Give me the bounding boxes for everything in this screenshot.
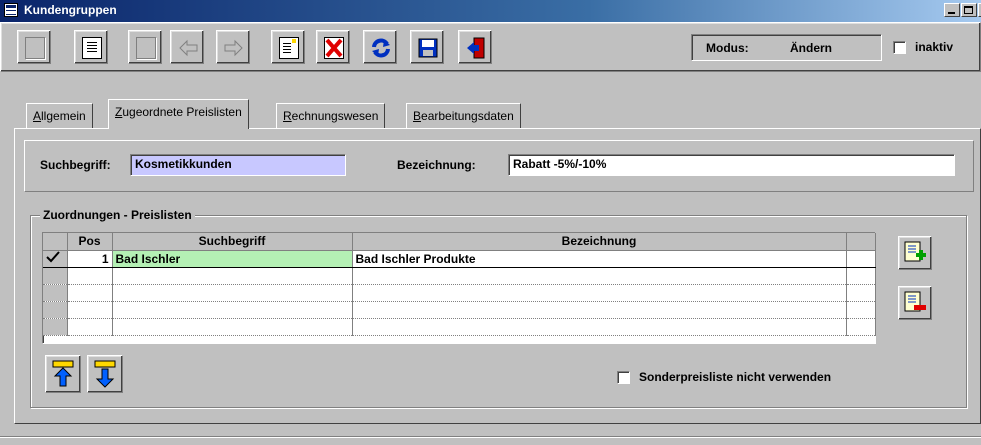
row-selector[interactable] (43, 301, 68, 319)
cell-pos[interactable] (67, 267, 113, 285)
row-selector[interactable] (43, 318, 68, 336)
sonderpreisliste-checkbox[interactable] (617, 371, 630, 384)
suchbegriff-label: Suchbegriff: (40, 158, 111, 172)
row-selector[interactable] (43, 267, 68, 285)
tab-bearbeitungsdaten[interactable]: Bearbeitungsdaten (406, 103, 521, 129)
document-edit-icon (279, 37, 299, 59)
cell-suchbegriff[interactable] (112, 318, 353, 336)
table-row[interactable]: 1 Bad Ischler Bad Ischler Produkte (43, 250, 876, 268)
exit-door-icon (467, 37, 485, 59)
delete-button[interactable] (316, 30, 350, 64)
title-bar: Kundengruppen (0, 0, 981, 22)
cell-extra (846, 318, 876, 336)
cell-extra (846, 301, 876, 319)
bezeichnung-label: Bezeichnung: (397, 158, 476, 172)
tab-zugeordnete-preislisten[interactable]: Zugeordnete Preislisten (108, 99, 249, 129)
window-icon (4, 3, 18, 17)
previous-button[interactable] (170, 30, 204, 64)
maximize-button[interactable] (961, 3, 977, 17)
cell-pos[interactable] (67, 301, 113, 319)
blank-document-icon (25, 37, 45, 59)
column-header-extra (846, 233, 876, 251)
remove-document-icon (904, 291, 926, 312)
sonderpreisliste-label: Sonderpreisliste nicht verwenden (639, 370, 832, 384)
table-row[interactable] (43, 318, 876, 336)
cell-bezeichnung[interactable]: Bad Ischler Produkte (352, 250, 847, 268)
cell-bezeichnung[interactable] (352, 284, 847, 302)
remove-pricelist-button[interactable] (898, 286, 932, 320)
mode-panel: Modus: Ändern (691, 34, 882, 61)
tab-rechnungswesen[interactable]: Rechnungswesen (276, 103, 386, 129)
preislisten-grid: Pos Suchbegriff Bezeichnung 1 Bad Ischle… (42, 232, 876, 344)
cell-suchbegriff[interactable] (112, 284, 353, 302)
arrow-down-icon (94, 360, 116, 388)
status-bar (0, 436, 981, 445)
group-title: Zuordnungen - Preislisten (40, 208, 195, 222)
move-down-button[interactable] (87, 355, 123, 393)
tab-allgemein[interactable]: Allgemein (26, 103, 93, 129)
cell-bezeichnung[interactable] (352, 318, 847, 336)
add-document-icon (904, 241, 926, 262)
cell-suchbegriff[interactable]: Bad Ischler (112, 250, 353, 268)
refresh-icon (372, 38, 390, 58)
row-indicator-header (43, 233, 68, 251)
copy-button[interactable] (74, 30, 108, 64)
table-row[interactable] (43, 284, 876, 302)
paste-button[interactable] (128, 30, 162, 64)
new-button[interactable] (17, 30, 51, 64)
arrow-up-icon (52, 360, 74, 387)
cell-pos[interactable]: 1 (67, 250, 113, 268)
mode-label: Modus: (706, 41, 749, 55)
edit-button[interactable] (271, 30, 305, 64)
column-header-bezeichnung[interactable]: Bezeichnung (352, 233, 847, 251)
bezeichnung-field[interactable]: Rabatt -5%/-10% (508, 154, 955, 176)
move-up-button[interactable] (45, 355, 81, 393)
cell-extra (846, 267, 876, 285)
cell-extra (846, 284, 876, 302)
suchbegriff-field[interactable]: Kosmetikkunden (130, 154, 346, 176)
exit-button[interactable] (458, 30, 492, 64)
refresh-button[interactable] (363, 30, 397, 64)
document-lines-icon (82, 37, 102, 59)
cell-suchbegriff[interactable] (112, 267, 353, 285)
inaktiv-label: inaktiv (915, 40, 954, 54)
column-header-pos[interactable]: Pos (67, 233, 113, 251)
cell-extra (846, 250, 876, 268)
delete-document-icon (324, 37, 344, 59)
minimize-button[interactable] (944, 3, 960, 17)
cell-bezeichnung[interactable] (352, 301, 847, 319)
save-button[interactable] (410, 30, 444, 64)
arrow-right-icon (224, 39, 243, 57)
row-selector[interactable] (43, 284, 68, 302)
arrow-left-icon (179, 39, 198, 57)
cell-bezeichnung[interactable] (352, 267, 847, 285)
cell-pos[interactable] (67, 318, 113, 336)
window-title: Kundengruppen (24, 3, 117, 17)
table-row[interactable] (43, 301, 876, 319)
column-header-suchbegriff[interactable]: Suchbegriff (112, 233, 353, 251)
next-button[interactable] (216, 30, 250, 64)
table-row[interactable] (43, 267, 876, 285)
checkmark-icon (46, 251, 60, 263)
cell-pos[interactable] (67, 284, 113, 302)
add-pricelist-button[interactable] (898, 236, 932, 270)
mode-value: Ändern (790, 41, 832, 55)
grid-header-row: Pos Suchbegriff Bezeichnung (43, 233, 876, 251)
cell-suchbegriff[interactable] (112, 301, 353, 319)
floppy-disk-icon (418, 38, 438, 58)
row-selector-checked[interactable] (43, 250, 68, 268)
inaktiv-checkbox[interactable] (893, 41, 906, 54)
blank-page-icon (136, 37, 156, 59)
